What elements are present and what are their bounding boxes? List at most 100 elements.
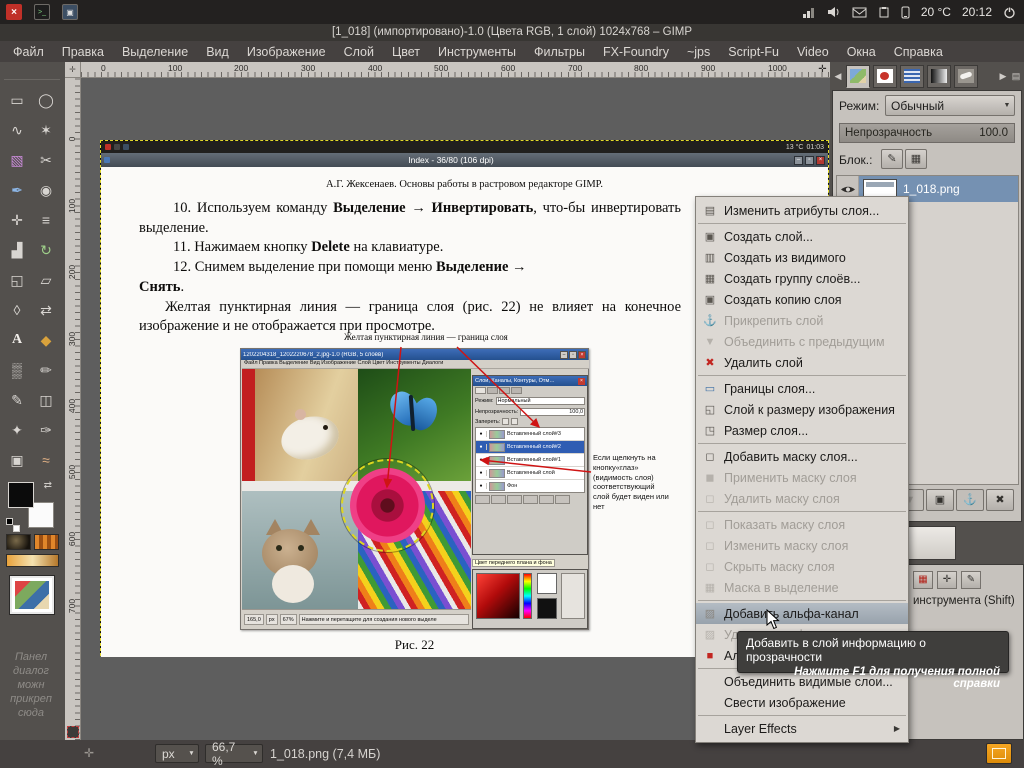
menu-tools[interactable]: Инструменты — [429, 45, 525, 59]
unit-select[interactable]: px ▼ — [155, 744, 199, 763]
tool-ellipse-select[interactable]: ◯ — [32, 86, 60, 114]
menu-item-add-alpha-channel[interactable]: ▨Добавить альфа-канал — [696, 603, 908, 624]
menu-filters[interactable]: Фильтры — [525, 45, 594, 59]
menu-select[interactable]: Выделение — [113, 45, 197, 59]
open-image-thumbnail[interactable] — [10, 576, 54, 614]
menu-layer[interactable]: Слой — [335, 45, 383, 59]
menu-windows[interactable]: Окна — [838, 45, 885, 59]
menu-item-new-from-visible[interactable]: ▥Создать из видимого — [696, 247, 908, 268]
tool-text[interactable]: A — [3, 326, 31, 354]
default-colors-icon[interactable] — [6, 518, 18, 530]
tool-move[interactable]: ✛ — [3, 206, 31, 234]
menu-fx-foundry[interactable]: FX-Foundry — [594, 45, 678, 59]
menu-edit[interactable]: Правка — [53, 45, 113, 59]
move-mode-path-button[interactable]: ✎ — [961, 571, 981, 589]
menu-file[interactable]: Файл — [4, 45, 53, 59]
tool-align[interactable]: ≡ — [32, 206, 60, 234]
menu-script-fu[interactable]: Script-Fu — [719, 45, 788, 59]
terminal-icon[interactable]: >_ — [34, 4, 50, 20]
duplicate-layer-button[interactable]: ▣ — [926, 489, 954, 511]
tab-prev-icon[interactable]: ◀ — [833, 71, 843, 82]
x-logo-icon[interactable]: × — [6, 4, 22, 20]
tool-bucket-fill[interactable]: ◆ — [32, 326, 60, 354]
tool-flip[interactable]: ⇄ — [32, 296, 60, 324]
menu-item-flatten-image[interactable]: Свести изображение — [696, 692, 908, 713]
menu-item-mask-to-selection[interactable]: ▦Маска в выделение — [696, 577, 908, 598]
tool-rectangle-select[interactable]: ▭ — [3, 86, 31, 114]
menu-video[interactable]: Video — [788, 45, 838, 59]
tool-free-select[interactable]: ∿ — [3, 116, 31, 144]
tab-fonts[interactable] — [954, 65, 978, 88]
menu-item-delete-layer[interactable]: ✖Удалить слой — [696, 352, 908, 373]
pattern-preview-swatch[interactable] — [904, 526, 956, 560]
tool-scissors-select[interactable]: ✂ — [32, 146, 60, 174]
tool-rotate[interactable]: ↻ — [32, 236, 60, 264]
tool-smudge[interactable]: ≈ — [32, 446, 60, 474]
lock-pixels-button[interactable]: ✎ — [881, 149, 903, 169]
temperature-indicator[interactable]: 20 °C — [921, 5, 951, 19]
menu-item-add-layer-mask[interactable]: ◻Добавить маску слоя... — [696, 446, 908, 467]
menu-item-delete-layer-mask[interactable]: ◻Удалить маску слоя — [696, 488, 908, 509]
layer-mode-select[interactable]: Обычный ▼ — [885, 95, 1015, 116]
menu-item-anchor-layer[interactable]: ⚓Прикрепить слой — [696, 310, 908, 331]
menu-item-merge-down[interactable]: ▼Объединить с предыдущим — [696, 331, 908, 352]
active-brush-swatch[interactable] — [6, 534, 31, 550]
power-icon[interactable] — [1003, 6, 1016, 19]
active-pattern-swatch[interactable] — [34, 534, 59, 550]
tool-color-picker[interactable]: ◉ — [32, 176, 60, 204]
menu-item-new-layer-group[interactable]: ▦Создать группу слоёв... — [696, 268, 908, 289]
tab-brushes[interactable] — [873, 65, 897, 88]
tool-perspective[interactable]: ◊ — [3, 296, 31, 324]
menu-colors[interactable]: Цвет — [383, 45, 429, 59]
menu-item-layer-boundary-size[interactable]: ▭Границы слоя... — [696, 378, 908, 399]
menu-view[interactable]: Вид — [197, 45, 238, 59]
move-mode-selection-button[interactable]: ✛ — [937, 571, 957, 589]
menu-image[interactable]: Изображение — [238, 45, 335, 59]
menu-item-edit-layer-attributes[interactable]: ▤Изменить атрибуты слоя... — [696, 200, 908, 221]
tool-pencil[interactable]: ✏ — [32, 356, 60, 384]
tool-shear[interactable]: ▱ — [32, 266, 60, 294]
tool-select-by-color[interactable]: ▧ — [3, 146, 31, 174]
phone-icon[interactable] — [901, 6, 910, 19]
quick-mask-toggle[interactable] — [67, 726, 79, 738]
tool-eraser[interactable]: ◫ — [32, 386, 60, 414]
ruler-corner-button[interactable]: ✛ — [65, 62, 81, 78]
horizontal-ruler[interactable]: 0 100 200 300 400 500 600 700 800 900 10… — [81, 62, 830, 78]
tool-scale[interactable]: ◱ — [3, 266, 31, 294]
volume-icon[interactable] — [827, 6, 841, 18]
tool-paintbrush[interactable]: ✎ — [3, 386, 31, 414]
menu-item-scale-layer[interactable]: ◳Размер слоя... — [696, 420, 908, 441]
tool-gradient[interactable]: ▒ — [3, 356, 31, 384]
network-signal-icon[interactable] — [802, 6, 816, 18]
zoom-fit-corner-button[interactable]: ✛ — [816, 63, 829, 76]
tool-crop[interactable]: ▟ — [3, 236, 31, 264]
move-mode-layer-button[interactable]: ▦ — [913, 571, 933, 589]
menu-item-new-layer[interactable]: ▣Создать слой... — [696, 226, 908, 247]
tool-ink[interactable]: ✑ — [32, 416, 60, 444]
foreground-color-swatch[interactable] — [8, 482, 34, 508]
menu-jps[interactable]: ~jps — [678, 45, 719, 59]
toolbox-handle[interactable] — [4, 66, 60, 80]
menu-help[interactable]: Справка — [885, 45, 952, 59]
tool-clone[interactable]: ▣ — [3, 446, 31, 474]
menu-item-disable-layer-mask[interactable]: ◻Скрыть маску слоя — [696, 556, 908, 577]
mail-icon[interactable] — [852, 7, 867, 18]
menu-item-layer-effects[interactable]: Layer Effects▶ — [696, 718, 908, 739]
lock-alpha-button[interactable]: ▦ — [905, 149, 927, 169]
dock-menu-icon[interactable]: ▤ — [1011, 71, 1021, 82]
zoom-select[interactable]: 66,7 % ▼ — [205, 744, 263, 763]
clipboard-icon[interactable] — [878, 6, 890, 18]
navigation-preview-button[interactable] — [986, 743, 1012, 764]
tab-next-icon[interactable]: ▶ — [998, 71, 1008, 82]
tool-airbrush[interactable]: ✦ — [3, 416, 31, 444]
menu-item-duplicate-layer[interactable]: ▣Создать копию слоя — [696, 289, 908, 310]
menu-item-apply-layer-mask[interactable]: ◼Применить маску слоя — [696, 467, 908, 488]
opacity-slider[interactable]: Непрозрачность 100.0 — [839, 123, 1015, 143]
pan-icon[interactable]: ✛ — [84, 746, 94, 760]
swap-colors-icon[interactable]: ⇄ — [44, 480, 52, 491]
vertical-ruler[interactable]: 0 100 200 300 400 500 600 700 — [65, 78, 81, 740]
tool-fuzzy-select[interactable]: ✶ — [32, 116, 60, 144]
app-launcher-icon[interactable]: ▣ — [62, 4, 78, 20]
anchor-layer-button[interactable]: ⚓ — [956, 489, 984, 511]
tab-gradients[interactable] — [927, 65, 951, 88]
